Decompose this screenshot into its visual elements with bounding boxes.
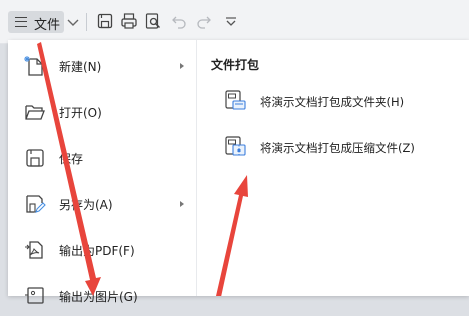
submenu-arrow-icon — [180, 63, 184, 69]
print-preview-icon[interactable] — [144, 12, 162, 30]
save-icon — [23, 147, 47, 169]
menu-item-label: 打开(O) — [59, 106, 102, 120]
option-label: 将演示文档打包成压缩文件(Z) — [260, 141, 415, 155]
redo-icon[interactable] — [195, 12, 213, 30]
file-menu-label: 文件 — [34, 18, 61, 33]
export-pdf-icon — [23, 239, 47, 261]
package-zip-icon — [224, 136, 246, 156]
file-menu-dropdown: 新建(N) 打开(O) 保存 另存为(A) 输出为PDF(F) 输出为图片(G)… — [8, 40, 469, 304]
package-submenu: 文件打包 将演示文档打包成文件夹(H) 将演示文档打包成压缩文件(Z) — [197, 40, 469, 296]
new-file-icon — [23, 55, 47, 77]
quick-access-toolbar: 文件 — [0, 0, 469, 44]
toolbar-divider — [86, 13, 87, 31]
package-to-zip-option[interactable]: 将演示文档打包成压缩文件(Z) — [224, 134, 464, 162]
menu-icon — [15, 17, 27, 27]
menu-item-export-pdf[interactable]: 输出为PDF(F) — [8, 230, 196, 270]
submenu-arrow-icon — [180, 201, 184, 207]
package-folder-icon — [224, 90, 246, 110]
package-to-folder-option[interactable]: 将演示文档打包成文件夹(H) — [224, 88, 464, 116]
menu-item-label: 输出为PDF(F) — [59, 244, 135, 258]
file-menu-button[interactable]: 文件 — [8, 11, 64, 33]
export-image-icon — [23, 285, 47, 307]
save-as-icon — [23, 193, 47, 215]
menu-item-export-image[interactable]: 输出为图片(G) — [8, 276, 196, 316]
menu-item-label: 输出为图片(G) — [59, 290, 138, 304]
chevron-down-icon[interactable] — [66, 13, 80, 31]
print-icon[interactable] — [120, 12, 138, 30]
submenu-title: 文件打包 — [211, 58, 260, 72]
menu-item-new[interactable]: 新建(N) — [8, 46, 196, 86]
file-menu-list: 新建(N) 打开(O) 保存 另存为(A) 输出为PDF(F) 输出为图片(G) — [8, 40, 196, 304]
menu-item-open[interactable]: 打开(O) — [8, 92, 196, 132]
undo-icon[interactable] — [170, 12, 188, 30]
option-label: 将演示文档打包成文件夹(H) — [260, 95, 405, 109]
menu-item-label: 新建(N) — [59, 60, 102, 74]
menu-item-label: 另存为(A) — [59, 198, 113, 212]
folder-open-icon — [23, 101, 47, 123]
menu-item-save[interactable]: 保存 — [8, 138, 196, 178]
menu-item-label: 保存 — [59, 152, 84, 166]
menu-item-save-as[interactable]: 另存为(A) — [8, 184, 196, 224]
customize-icon[interactable] — [222, 12, 240, 30]
save-icon[interactable] — [96, 12, 114, 30]
